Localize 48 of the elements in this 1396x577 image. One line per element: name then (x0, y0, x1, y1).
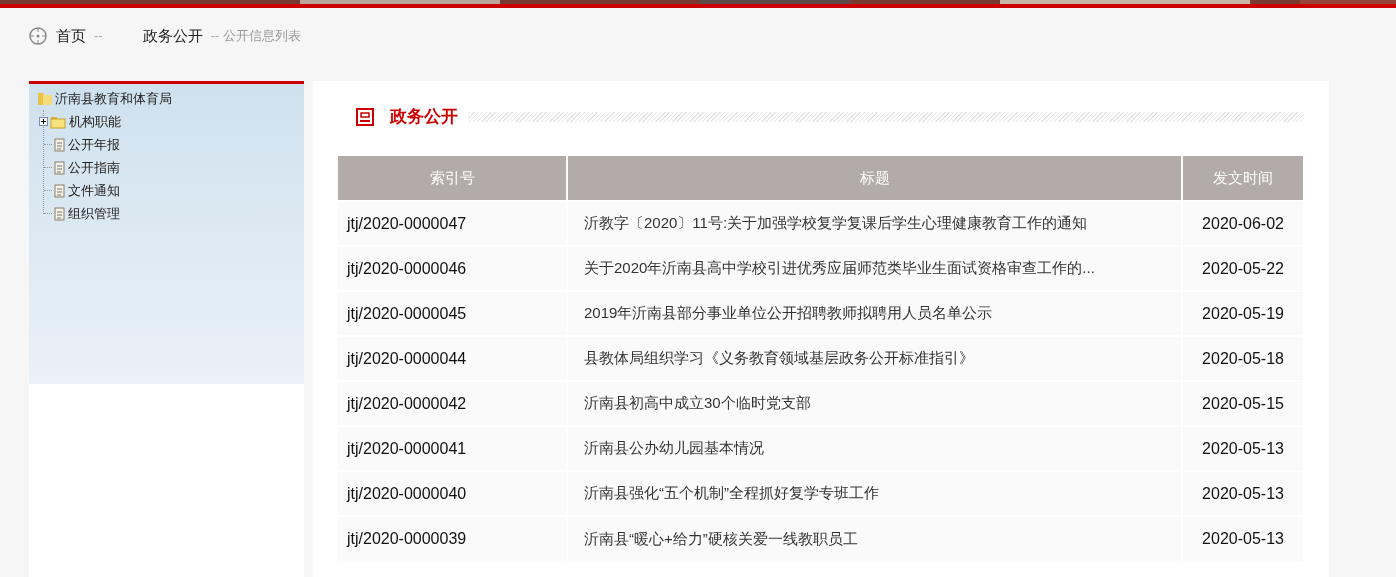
table-cell: jtj/2020-0000041 (338, 426, 567, 471)
title-link[interactable]: 县教体局组织学习《义务教育领域基层政务公开标准指引》 (567, 336, 1182, 381)
breadcrumb-link[interactable]: 首页 (56, 24, 86, 48)
column-header: 索引号 (338, 156, 567, 201)
table-cell: 2020-05-18 (1182, 336, 1303, 381)
title-link[interactable]: 沂南县“暖心+给力”硬核关爱一线教职员工 (567, 516, 1182, 561)
table-cell: jtj/2020-0000039 (338, 516, 567, 561)
table-cell: jtj/2020-0000044 (338, 336, 567, 381)
column-header: 发文时间 (1182, 156, 1303, 201)
table-cell: 2020-05-13 (1182, 426, 1303, 471)
table-cell: jtj/2020-0000047 (338, 201, 567, 246)
title-link[interactable]: 2019年沂南县部分事业单位公开招聘教师拟聘用人员名单公示 (567, 291, 1182, 336)
folder-icon (37, 92, 53, 106)
table-cell: 2020-06-02 (1182, 201, 1303, 246)
table-cell: jtj/2020-0000046 (338, 246, 567, 291)
tree-item[interactable]: 公开指南 (54, 157, 120, 178)
expand-icon[interactable] (39, 117, 48, 126)
document-icon (54, 160, 65, 175)
list-icon (356, 108, 374, 126)
document-icon (54, 137, 65, 152)
tree-item[interactable]: 文件通知 (54, 180, 120, 201)
table-cell: jtj/2020-0000045 (338, 291, 567, 336)
table-cell: 2020-05-19 (1182, 291, 1303, 336)
table-cell: 2020-05-13 (1182, 516, 1303, 561)
section-title: 政务公开 (390, 106, 458, 129)
title-link[interactable]: 关于2020年沂南县高中学校引进优秀应届师范类毕业生面试资格审查工作的... (567, 246, 1182, 291)
tree-item[interactable]: 公开年报 (54, 134, 120, 155)
folder-icon (50, 114, 66, 129)
breadcrumb-separator: -- (94, 27, 103, 46)
table-cell: 2020-05-22 (1182, 246, 1303, 291)
column-header: 标题 (567, 156, 1182, 201)
breadcrumb-separator: -- (210, 27, 220, 46)
tree-item[interactable]: 机构职能 (50, 111, 121, 132)
breadcrumb-current: 公开信息列表 (223, 27, 302, 46)
title-link[interactable]: 沂南县初高中成立30个临时党支部 (567, 381, 1182, 426)
breadcrumb-link[interactable]: 政务公开 (142, 24, 203, 48)
title-link[interactable]: 沂南县强化“五个机制”全程抓好复学专班工作 (567, 471, 1182, 516)
table-cell: 2020-05-15 (1182, 381, 1303, 426)
title-link[interactable]: 沂南县公办幼儿园基本情况 (567, 426, 1182, 471)
tree-item[interactable]: 组织管理 (54, 203, 120, 224)
table-cell: jtj/2020-0000042 (338, 381, 567, 426)
document-icon (54, 206, 65, 221)
crosshair-icon (28, 26, 48, 46)
document-icon (54, 183, 65, 198)
tree-item[interactable]: 沂南县教育和体育局 (37, 88, 304, 110)
table-cell: jtj/2020-0000040 (338, 471, 567, 516)
title-link[interactable]: 沂教字〔2020〕11号:关于加强学校复学复课后学生心理健康教育工作的通知 (567, 201, 1182, 246)
table-cell: 2020-05-13 (1182, 471, 1303, 516)
